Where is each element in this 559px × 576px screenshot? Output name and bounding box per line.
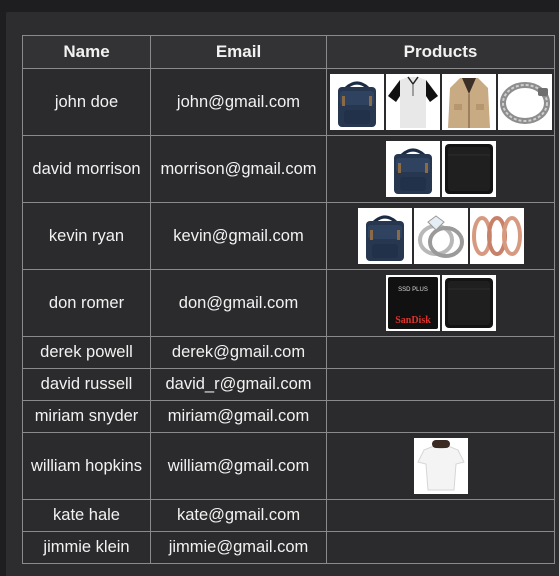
cell-products — [326, 202, 555, 270]
sandisk-ssd-product-icon[interactable]: SSD PLUS SanDisk — [385, 275, 440, 331]
cell-email: don@gmail.com — [150, 269, 327, 337]
users-table: Name Email Products john doe john@gmail.… — [22, 35, 555, 564]
diamond-ring-product-icon[interactable] — [413, 208, 468, 264]
cell-email: derek@gmail.com — [150, 336, 327, 369]
cell-email: jimmie@gmail.com — [150, 531, 327, 564]
cell-products: SSD PLUS SanDisk — [326, 269, 555, 337]
page: Name Email Products john doe john@gmail.… — [0, 0, 559, 576]
table-row: don romer don@gmail.com SSD PLUS SanDisk — [22, 269, 555, 337]
table-row: john doe john@gmail.com — [22, 68, 555, 136]
cell-name: jimmie klein — [22, 531, 151, 564]
backpack-product-icon[interactable] — [357, 208, 412, 264]
table-row: jimmie klein jimmie@gmail.com — [22, 531, 555, 564]
bracelet-product-icon[interactable] — [497, 74, 552, 130]
cell-products — [326, 400, 555, 433]
cell-email: morrison@gmail.com — [150, 135, 327, 203]
cell-products — [326, 68, 555, 136]
rose-gold-rings-product-icon[interactable] — [469, 208, 524, 264]
table-row: david russell david_r@gmail.com — [22, 368, 555, 401]
table-row: derek powell derek@gmail.com — [22, 336, 555, 369]
cell-name: david morrison — [22, 135, 151, 203]
ssd-brand-text: SanDisk — [395, 315, 431, 326]
jacket-product-icon[interactable] — [441, 74, 496, 130]
header-email: Email — [150, 35, 327, 69]
cell-email: john@gmail.com — [150, 68, 327, 136]
table-row: kate hale kate@gmail.com — [22, 499, 555, 532]
cell-email: william@gmail.com — [150, 432, 327, 500]
cell-products — [326, 499, 555, 532]
cell-products — [326, 531, 555, 564]
table-row: miriam snyder miriam@gmail.com — [22, 400, 555, 433]
table-header-row: Name Email Products — [22, 35, 555, 69]
header-name: Name — [22, 35, 151, 69]
cell-email: kevin@gmail.com — [150, 202, 327, 270]
cell-name: kate hale — [22, 499, 151, 532]
cell-name: john doe — [22, 68, 151, 136]
cell-name: miriam snyder — [22, 400, 151, 433]
cell-email: david_r@gmail.com — [150, 368, 327, 401]
table-row: kevin ryan kevin@gmail.com — [22, 202, 555, 270]
backpack-product-icon[interactable] — [385, 141, 440, 197]
cell-email: kate@gmail.com — [150, 499, 327, 532]
backpack-product-icon[interactable] — [329, 74, 384, 130]
cell-email: miriam@gmail.com — [150, 400, 327, 433]
ssd-label-text: SSD PLUS — [398, 287, 428, 293]
henley-shirt-product-icon[interactable] — [385, 74, 440, 130]
white-tshirt-product-icon[interactable] — [413, 438, 468, 494]
table-row: william hopkins william@gmail.com — [22, 432, 555, 500]
cell-name: william hopkins — [22, 432, 151, 500]
cell-products — [326, 368, 555, 401]
hard-drive-product-icon[interactable] — [441, 141, 496, 197]
cell-name: derek powell — [22, 336, 151, 369]
cell-products — [326, 135, 555, 203]
cell-products — [326, 432, 555, 500]
header-products: Products — [326, 35, 555, 69]
cell-name: don romer — [22, 269, 151, 337]
cell-name: kevin ryan — [22, 202, 151, 270]
cell-products — [326, 336, 555, 369]
table-row: david morrison morrison@gmail.com — [22, 135, 555, 203]
cell-name: david russell — [22, 368, 151, 401]
hard-drive-product-icon[interactable] — [441, 275, 496, 331]
